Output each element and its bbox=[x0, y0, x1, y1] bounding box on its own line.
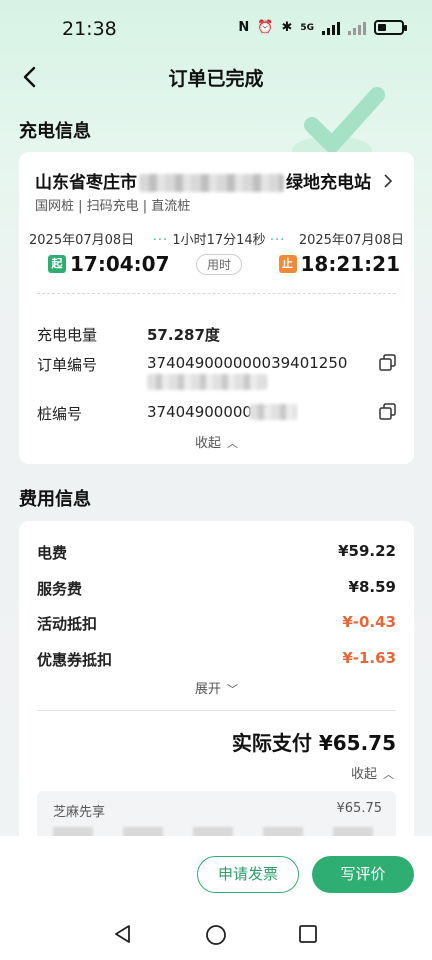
divider bbox=[37, 710, 396, 711]
signal-icon bbox=[322, 21, 340, 35]
chevron-up-icon: ︿ bbox=[227, 437, 238, 450]
write-review-button[interactable]: 写评价 bbox=[312, 856, 414, 893]
bluetooth-icon: ✱ bbox=[281, 20, 293, 35]
actual-payment: 实际支付 ¥65.75 bbox=[231, 731, 396, 755]
system-nav-bar bbox=[0, 920, 432, 952]
activity-discount-label: 活动抵扣 bbox=[37, 615, 98, 633]
end-time-value: 18:21:21 bbox=[300, 252, 401, 276]
nav-back-icon[interactable] bbox=[113, 924, 133, 948]
network-type: 5G bbox=[300, 22, 314, 33]
end-date: 2025年07月08日 bbox=[298, 233, 404, 248]
station-tags: 国网桩 | 扫码充电 | 直流桩 bbox=[35, 199, 191, 214]
station-name-prefix: 山东省枣庄市 bbox=[35, 173, 137, 193]
service-fee-label: 服务费 bbox=[37, 580, 83, 598]
charge-section-title: 充电信息 bbox=[19, 121, 91, 142]
alarm-icon: ⏰ bbox=[257, 20, 274, 35]
station-name[interactable]: 山东省枣庄市 绿地充电站 bbox=[35, 168, 371, 193]
start-date: 2025年07月08日 bbox=[29, 233, 135, 248]
electric-fee-value: ¥59.22 bbox=[338, 542, 396, 560]
amount-label: 充电电量 bbox=[37, 326, 98, 344]
payment-method-label: 芝麻先享 bbox=[53, 805, 106, 820]
order-number-value: 374049000000039401250 bbox=[147, 354, 348, 372]
nav-recents-icon[interactable] bbox=[298, 924, 318, 948]
service-fee-value: ¥8.59 bbox=[348, 578, 396, 596]
redacted-text bbox=[139, 174, 284, 192]
end-time: 止 18:21:21 bbox=[278, 252, 401, 276]
fee-info-card: 电费 ¥59.22 服务费 ¥8.59 活动抵扣 ¥-0.43 优惠券抵扣 ¥-… bbox=[19, 521, 414, 851]
end-badge: 止 bbox=[278, 255, 297, 273]
time-values-row: 起 17:04:07 用时 止 18:21:21 bbox=[48, 252, 400, 278]
order-number-label: 订单编号 bbox=[37, 356, 98, 374]
chevron-up-icon: ︿ bbox=[383, 768, 394, 781]
start-badge: 起 bbox=[48, 255, 66, 273]
coupon-discount-value: ¥-1.63 bbox=[342, 649, 396, 667]
start-time-value: 17:04:07 bbox=[70, 252, 170, 276]
nfc-icon: N bbox=[238, 20, 250, 35]
battery-icon bbox=[374, 20, 407, 35]
chevron-down-icon: ﹀ bbox=[227, 683, 238, 696]
status-bar: 21:38 N ⏰ ✱ 5G bbox=[0, 0, 432, 56]
chevron-right-icon[interactable] bbox=[384, 174, 392, 188]
status-icons: N ⏰ ✱ 5G bbox=[238, 20, 407, 35]
divider bbox=[37, 293, 396, 294]
redacted-text bbox=[249, 404, 297, 420]
payment-method-value: ¥65.75 bbox=[336, 801, 383, 816]
coupon-discount-label: 优惠券抵扣 bbox=[37, 651, 113, 669]
activity-discount-value: ¥-0.43 bbox=[342, 613, 396, 631]
status-time: 21:38 bbox=[62, 18, 117, 40]
copy-order-icon[interactable] bbox=[379, 354, 396, 371]
signal-secondary-icon bbox=[348, 21, 366, 35]
fee-expand-toggle[interactable]: 展开 ﹀ bbox=[19, 678, 414, 697]
fee-section-title: 费用信息 bbox=[19, 489, 91, 510]
electric-fee-label: 电费 bbox=[37, 544, 68, 562]
station-name-suffix: 绿地充电站 bbox=[286, 173, 371, 193]
charge-info-card: 山东省枣庄市 绿地充电站 国网桩 | 扫码充电 | 直流桩 2025年07月08日… bbox=[19, 152, 414, 464]
payment-collapse-toggle[interactable]: 收起 ︿ bbox=[351, 763, 394, 782]
start-time: 起 17:04:07 bbox=[48, 252, 170, 276]
amount-value: 57.287度 bbox=[147, 326, 220, 344]
apply-invoice-button[interactable]: 申请发票 bbox=[197, 856, 299, 893]
charge-collapse-toggle[interactable]: 收起 ︿ bbox=[19, 432, 414, 451]
duration: ··· 1小时17分14秒 ··· bbox=[152, 233, 286, 248]
redacted-text bbox=[147, 374, 267, 390]
pile-number-label: 桩编号 bbox=[37, 405, 83, 423]
copy-pile-icon[interactable] bbox=[379, 403, 396, 420]
duration-label: 用时 bbox=[196, 254, 243, 275]
nav-home-icon[interactable] bbox=[205, 924, 227, 950]
